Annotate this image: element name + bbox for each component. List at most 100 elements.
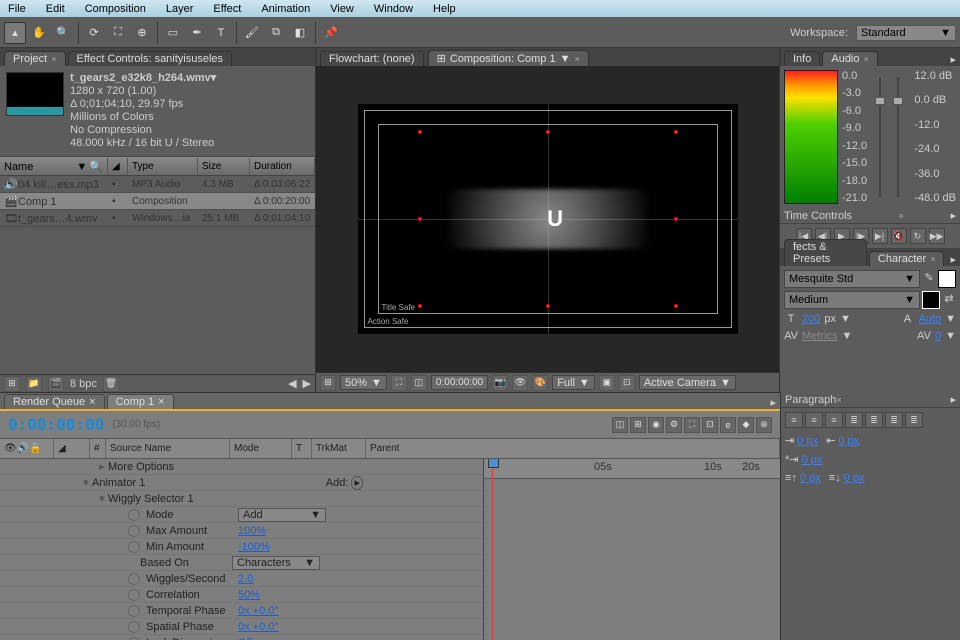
tab-render-queue[interactable]: Render Queue× — [4, 394, 105, 409]
timeline-tracks[interactable]: 05s 10s 20s — [484, 459, 780, 640]
align-center-button[interactable]: ≡ — [805, 412, 823, 428]
col-trkmat[interactable]: TrkMat — [312, 439, 366, 458]
prop-wiggles-second[interactable]: Wiggles/Second2.0 — [0, 571, 483, 587]
rectangle-tool[interactable]: ▭ — [162, 22, 184, 44]
last-frame-button[interactable]: ▶| — [872, 228, 888, 244]
hand-tool[interactable]: ✋ — [28, 22, 50, 44]
font-family-select[interactable]: Mesquite Std▼ — [784, 270, 920, 288]
font-style-select[interactable]: Medium▼ — [784, 291, 920, 309]
panel-menu-icon[interactable]: ▸ — [950, 393, 956, 406]
type-tool[interactable]: T — [210, 22, 232, 44]
menu-layer[interactable]: Layer — [162, 2, 198, 16]
menu-animation[interactable]: Animation — [257, 2, 314, 16]
prop-wiggly-selector[interactable]: ▾Wiggly Selector 1 — [0, 491, 483, 507]
bpc-label[interactable]: 8 bpc — [70, 378, 97, 390]
ram-preview-button[interactable]: ▶▶ — [929, 228, 945, 244]
justify-all-button[interactable]: ≣ — [905, 412, 923, 428]
panel-menu-icon[interactable]: ▸ — [950, 209, 956, 222]
brainstorm-icon[interactable]: ⚙ — [666, 417, 682, 433]
justify-last-center-button[interactable]: ≣ — [865, 412, 883, 428]
close-icon[interactable]: × — [930, 254, 935, 264]
menu-edit[interactable]: Edit — [42, 2, 69, 16]
space-before[interactable]: 0 px — [800, 472, 821, 484]
resolution-select[interactable]: Full▼ — [552, 375, 595, 390]
pen-tool[interactable]: ✒ — [186, 22, 208, 44]
tab-audio[interactable]: Audio× — [822, 51, 877, 66]
panel-menu-icon[interactable]: ▸ — [766, 396, 780, 409]
snapshot-icon[interactable]: 📷 — [492, 375, 508, 391]
grid-icon[interactable]: ⊞ — [320, 375, 336, 391]
frame-blend-icon[interactable]: ⊞ — [630, 417, 646, 433]
mask-icon[interactable]: ◫ — [411, 375, 427, 391]
close-icon[interactable]: × — [51, 54, 56, 64]
col-duration[interactable]: Duration — [250, 158, 315, 175]
tab-info[interactable]: Info — [784, 51, 820, 66]
channel-icon[interactable]: ⛶ — [391, 375, 407, 391]
tab-composition[interactable]: ⊞Composition: Comp 1▼× — [428, 50, 589, 66]
eyedropper-icon[interactable]: ✎ — [922, 270, 936, 284]
switches-icon[interactable]: ⊕ — [756, 417, 772, 433]
zoom-select[interactable]: 50%▼ — [340, 375, 387, 390]
menu-file[interactable]: File — [4, 2, 30, 16]
close-icon[interactable]: × — [864, 54, 869, 64]
swap-icon[interactable]: ⇄ — [942, 291, 956, 305]
trash-icon[interactable]: 🗑 — [103, 376, 119, 392]
clone-tool[interactable]: ⧉ — [265, 22, 287, 44]
rotation-tool[interactable]: ⟳ — [83, 22, 105, 44]
comp-canvas[interactable]: U Title Safe Action Safe — [358, 104, 738, 334]
align-left-button[interactable]: ≡ — [785, 412, 803, 428]
menu-view[interactable]: View — [326, 2, 358, 16]
eraser-tool[interactable]: ◧ — [289, 22, 311, 44]
prop-mode[interactable]: ModeAdd▼ — [0, 507, 483, 523]
new-comp-icon[interactable]: 🎬 — [48, 376, 64, 392]
first-indent[interactable]: 0 px — [802, 454, 823, 466]
stroke-swatch[interactable] — [922, 291, 940, 309]
tab-comp1-timeline[interactable]: Comp 1× — [107, 394, 174, 409]
pan-behind-tool[interactable]: ⊕ — [131, 22, 153, 44]
tab-flowchart[interactable]: Flowchart: (none) — [320, 51, 424, 66]
tab-effects-presets[interactable]: fects & Presets — [784, 239, 867, 266]
puppet-tool[interactable]: 📌 — [320, 22, 342, 44]
graph-editor-icon[interactable]: ⛶ — [684, 417, 700, 433]
composition-viewer[interactable]: U Title Safe Action Safe — [316, 66, 779, 372]
expr-icon[interactable]: e — [720, 417, 736, 433]
prop-temporal-phase[interactable]: Temporal Phase0x +0.0° — [0, 603, 483, 619]
prop-correlation[interactable]: Correlation50% — [0, 587, 483, 603]
close-icon[interactable]: × — [574, 54, 579, 64]
level-slider-r[interactable] — [897, 77, 899, 197]
asset-thumbnail[interactable] — [6, 72, 64, 116]
keyframe-icon[interactable]: ◆ — [738, 417, 754, 433]
left-indent[interactable]: 0 px — [797, 435, 818, 447]
align-right-button[interactable]: ≡ — [825, 412, 843, 428]
col-t[interactable]: T — [292, 439, 312, 458]
project-row[interactable]: 🔊04 kill…ess.mp3 ▪ MP3 Audio 4.3 MB Δ 0:… — [0, 176, 315, 193]
asset-name[interactable]: t_gears2_e32k8_h264.wmv▾ — [70, 72, 216, 85]
time-ruler[interactable]: 05s 10s 20s — [484, 459, 780, 479]
menu-effect[interactable]: Effect — [209, 2, 245, 16]
folder-icon[interactable]: 📁 — [26, 376, 42, 392]
selection-tool[interactable]: ▴ — [4, 22, 26, 44]
fill-swatch[interactable] — [938, 270, 956, 288]
close-icon[interactable]: × — [836, 395, 841, 405]
font-size-value[interactable]: 200 — [802, 313, 820, 325]
prop-more-options[interactable]: ▸More Options — [0, 459, 483, 475]
draft-icon[interactable]: ⊡ — [702, 417, 718, 433]
prop-animator[interactable]: ▾Animator 1Add: ▸ — [0, 475, 483, 491]
motion-blur-icon[interactable]: ◉ — [648, 417, 664, 433]
col-name[interactable]: Name▼🔍 — [0, 158, 108, 175]
prop-spatial-phase[interactable]: Spatial Phase0x +0.0° — [0, 619, 483, 635]
tab-project[interactable]: Project× — [4, 51, 66, 66]
workspace-select[interactable]: Standard▼ — [856, 25, 956, 41]
leading-value[interactable]: Auto — [918, 313, 941, 325]
current-time[interactable]: 0:00:00:00 — [8, 415, 104, 434]
menu-help[interactable]: Help — [429, 2, 460, 16]
playhead[interactable] — [492, 459, 493, 640]
col-source[interactable]: Source Name — [106, 439, 230, 458]
prop-based-on[interactable]: Based OnCharacters▼ — [0, 555, 483, 571]
prop-min-amount[interactable]: Min Amount-100% — [0, 539, 483, 555]
project-row[interactable]: 🎬Comp 1 ▪ Composition Δ 0:00:20:00 — [0, 193, 315, 210]
view-select[interactable]: Active Camera▼ — [639, 375, 736, 390]
menu-composition[interactable]: Composition — [81, 2, 150, 16]
shy-icon[interactable]: ◫ — [612, 417, 628, 433]
justify-last-left-button[interactable]: ≣ — [845, 412, 863, 428]
